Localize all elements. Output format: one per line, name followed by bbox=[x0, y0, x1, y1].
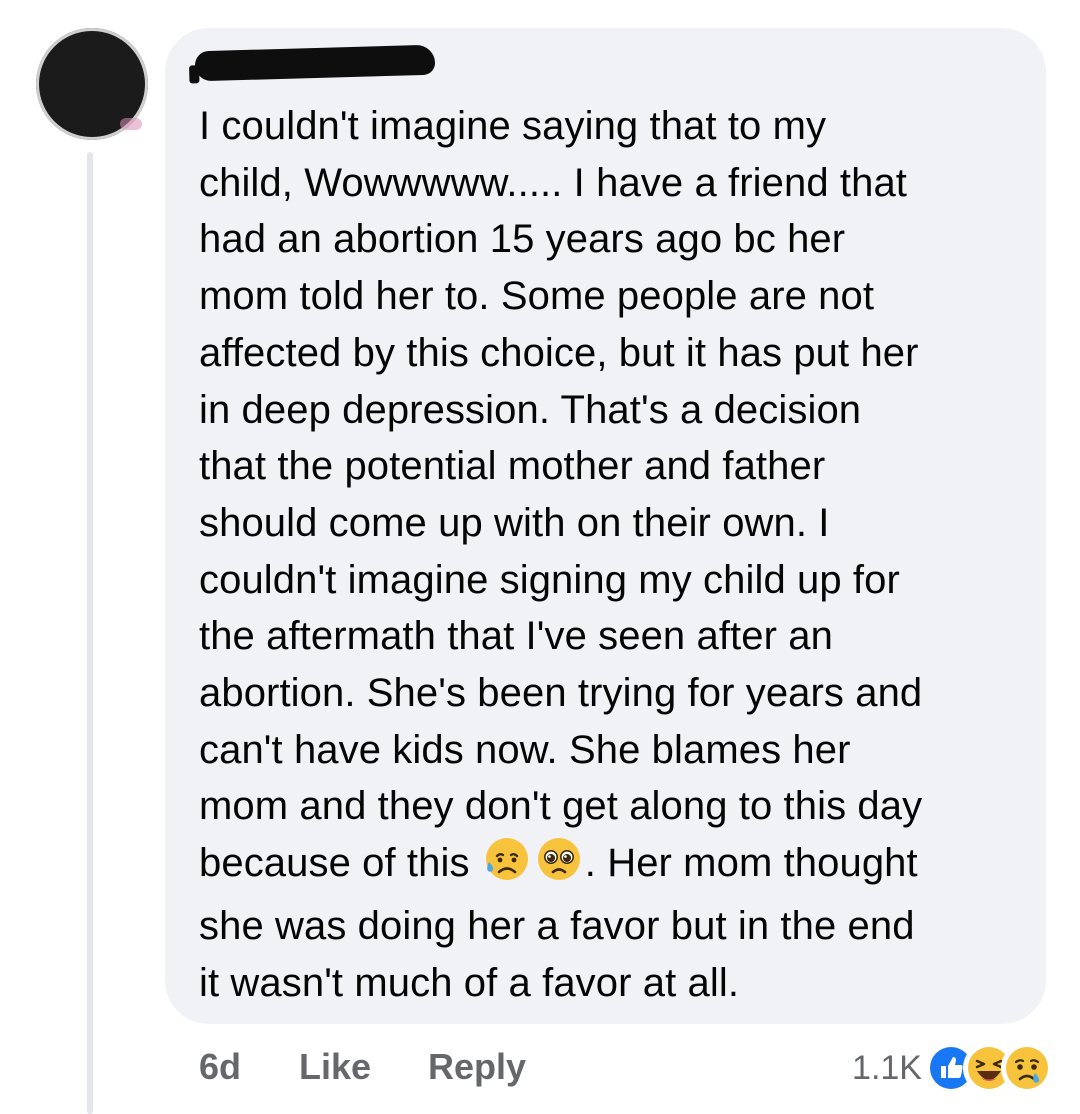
comment-line: abortion. She's been trying for years an… bbox=[199, 671, 923, 716]
comment-line: had an abortion 15 years ago bc her bbox=[199, 217, 846, 262]
comment-actions: 6d Like Reply 1.1K bbox=[0, 1040, 1080, 1096]
comment-line: that the potential mother and father bbox=[199, 444, 826, 489]
sad-reaction-icon bbox=[1004, 1045, 1050, 1091]
reaction-count: 1.1K bbox=[852, 1048, 922, 1087]
comment-line: I couldn't imagine saying that to my bbox=[199, 104, 827, 148]
comment-line: couldn't imagine signing my child up for bbox=[199, 557, 900, 602]
comment-line: should come up with on their own. I bbox=[199, 500, 830, 545]
comment-text: I couldn't imagine saying that to my chi… bbox=[199, 98, 1039, 1011]
commenter-avatar[interactable] bbox=[36, 28, 148, 140]
comment-line: can't have kids now. She blames her bbox=[199, 727, 851, 772]
comment-line: affected by this choice, but it has put … bbox=[199, 330, 919, 375]
like-button[interactable]: Like bbox=[299, 1046, 371, 1088]
comment-line: mom and they don't get along to this day bbox=[199, 784, 923, 829]
reaction-summary[interactable]: 1.1K bbox=[852, 1040, 1050, 1096]
comment-line: . Her mom thought bbox=[584, 841, 918, 886]
comment-line: child, Wowwwww..... I have a friend that bbox=[199, 160, 908, 205]
comment-line: mom told her to. Some people are not bbox=[199, 274, 875, 319]
comment-line: because of this bbox=[199, 841, 481, 886]
pleading-face-icon bbox=[534, 836, 584, 898]
sad-but-relieved-face-icon bbox=[482, 836, 532, 898]
thread-line bbox=[87, 152, 93, 1114]
comment-line: the aftermath that I've seen after an bbox=[199, 614, 833, 659]
comment-line: she was doing her a favor but in the end bbox=[199, 903, 915, 948]
comment-timestamp[interactable]: 6d bbox=[199, 1046, 241, 1088]
reply-button[interactable]: Reply bbox=[428, 1046, 526, 1088]
comment-bubble: I couldn't imagine saying that to my chi… bbox=[165, 28, 1046, 1024]
comment-line: in deep depression. That's a decision bbox=[199, 387, 862, 432]
comment-line: it wasn't much of a favor at all. bbox=[199, 960, 740, 1005]
redacted-author-name[interactable] bbox=[194, 44, 436, 82]
